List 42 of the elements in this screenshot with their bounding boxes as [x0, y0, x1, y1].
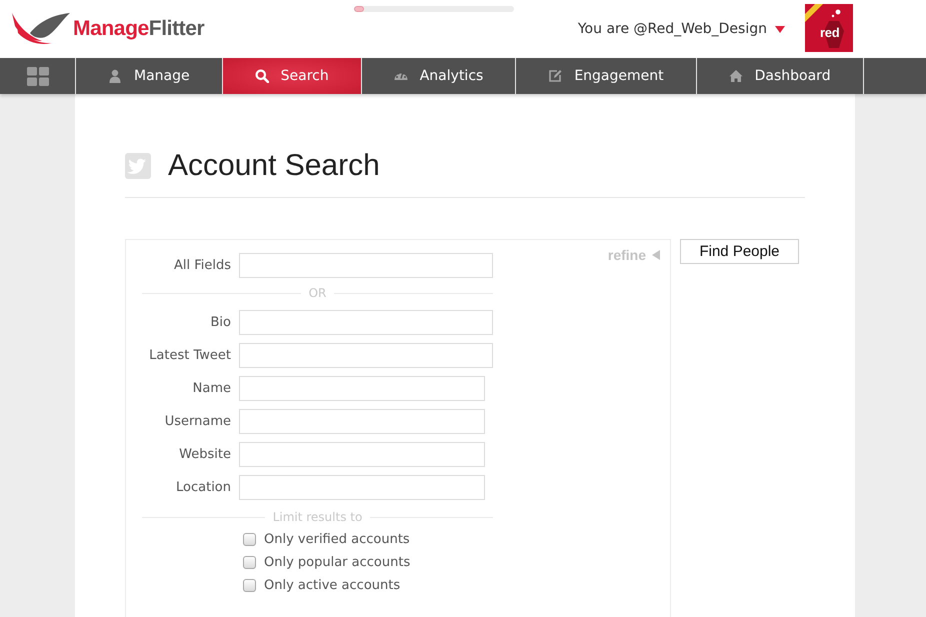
profile-avatar[interactable]: red: [805, 4, 853, 52]
account-name[interactable]: You are @Red_Web_Design: [578, 21, 767, 37]
find-people-button[interactable]: Find People: [680, 239, 799, 264]
nav-tab[interactable]: Analytics: [362, 58, 516, 94]
input-field[interactable]: [239, 442, 485, 467]
logo-text: Manage: [73, 17, 149, 40]
avatar-text: red: [820, 26, 840, 40]
logo-text: Flitter: [148, 17, 204, 40]
nav-tab[interactable]: Dashboard: [696, 58, 864, 94]
field-label: All Fields: [172, 258, 231, 273]
edit-icon: [548, 69, 562, 83]
checkbox[interactable]: [243, 533, 256, 546]
home-icon: [728, 69, 743, 83]
grid-icon: [26, 66, 48, 86]
field-label: Website: [178, 447, 231, 462]
search-icon: [254, 69, 269, 83]
page-title: Account Search: [168, 149, 380, 183]
input-field[interactable]: [239, 475, 485, 500]
input-field[interactable]: [239, 343, 493, 368]
checkbox-label: Only verified accounts: [264, 532, 410, 547]
bird-icon: [125, 153, 151, 179]
checkbox-label: Only popular accounts: [264, 555, 410, 570]
input-field[interactable]: [239, 409, 485, 434]
field-label: Latest Tweet: [148, 348, 231, 363]
apps-grid-button[interactable]: [0, 58, 76, 94]
nav-tab[interactable]: Manage: [76, 58, 223, 94]
input-field[interactable]: [239, 310, 493, 335]
user-icon: [108, 69, 122, 83]
bird-logo-icon: [12, 12, 70, 46]
caret-icon: [652, 250, 660, 260]
dropdown-caret-icon[interactable]: [775, 26, 785, 32]
field-label: Bio: [210, 315, 231, 330]
nav-tab[interactable]: Engagement: [516, 58, 697, 94]
field-label: Username: [164, 414, 231, 429]
nav-tab[interactable]: Search: [222, 58, 362, 94]
input-field[interactable]: [239, 376, 485, 401]
checkbox[interactable]: [243, 556, 256, 569]
checkbox-label: Only active accounts: [264, 578, 400, 593]
input-field[interactable]: [239, 253, 493, 278]
checkbox[interactable]: [243, 579, 256, 592]
field-label: Location: [175, 480, 231, 495]
field-label: Name: [192, 381, 231, 396]
